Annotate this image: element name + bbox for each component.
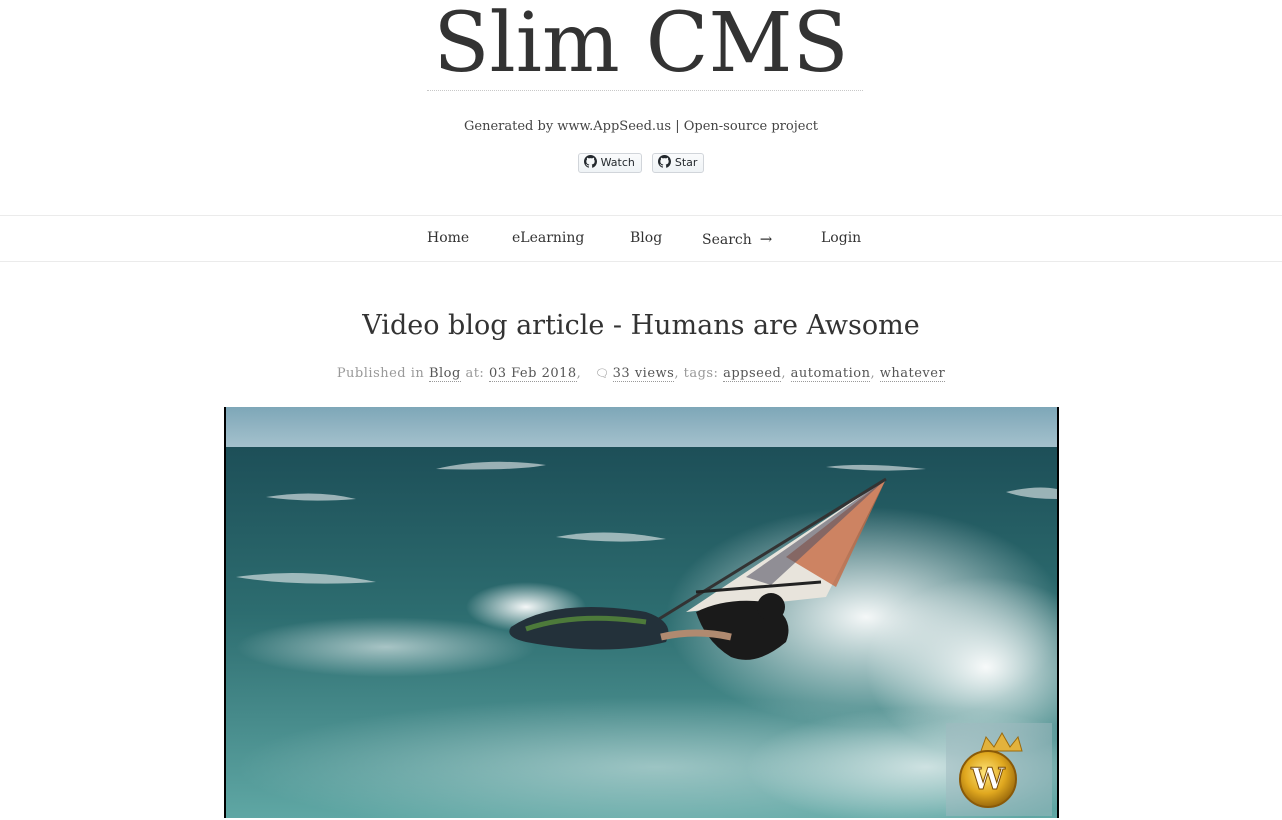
views-link[interactable]: 33 views — [612, 366, 675, 382]
github-icon — [583, 155, 597, 168]
tag-link[interactable]: appseed — [723, 366, 782, 382]
video-player[interactable]: W — [224, 407, 1059, 818]
category-link[interactable]: Blog — [428, 366, 461, 382]
arrow-right-icon: → — [759, 230, 773, 248]
site-title[interactable]: Slim CMS — [0, 0, 1282, 94]
comment-icon: 🗨︎ — [595, 367, 610, 380]
article-title: Video blog article - Humans are Awsome — [362, 310, 920, 341]
at-text: at: — [465, 366, 485, 381]
watch-label: Watch — [600, 156, 635, 169]
main-nav: Home eLearning Blog Search → Login — [0, 215, 1282, 262]
published-in-text: Published in — [336, 366, 425, 381]
github-buttons: Watch Star — [0, 153, 1282, 173]
site-tagline: Generated by www.AppSeed.us | Open-sourc… — [464, 119, 818, 134]
video-frame: W — [226, 407, 1057, 818]
nav-item-search[interactable]: Search → — [702, 230, 772, 248]
nav-item-blog[interactable]: Blog — [630, 230, 662, 246]
title-divider — [427, 90, 863, 91]
nav-item-elearning[interactable]: eLearning — [512, 230, 584, 246]
tag-link[interactable]: whatever — [879, 366, 946, 382]
article-meta: Published in Blog at: 03 Feb 2018, 🗨︎ 33 … — [336, 366, 946, 382]
nav-item-home[interactable]: Home — [427, 230, 469, 246]
github-watch-button[interactable]: Watch — [577, 153, 642, 173]
nav-item-login[interactable]: Login — [821, 230, 861, 246]
tag-link[interactable]: automation — [790, 366, 871, 382]
date-link[interactable]: 03 Feb 2018 — [488, 366, 577, 382]
tags-text: tags: — [683, 366, 719, 381]
github-icon — [657, 155, 671, 168]
nav-search-label: Search — [702, 232, 752, 248]
logo-letter: W — [970, 762, 1006, 797]
github-star-button[interactable]: Star — [651, 153, 705, 173]
star-label: Star — [674, 156, 698, 169]
